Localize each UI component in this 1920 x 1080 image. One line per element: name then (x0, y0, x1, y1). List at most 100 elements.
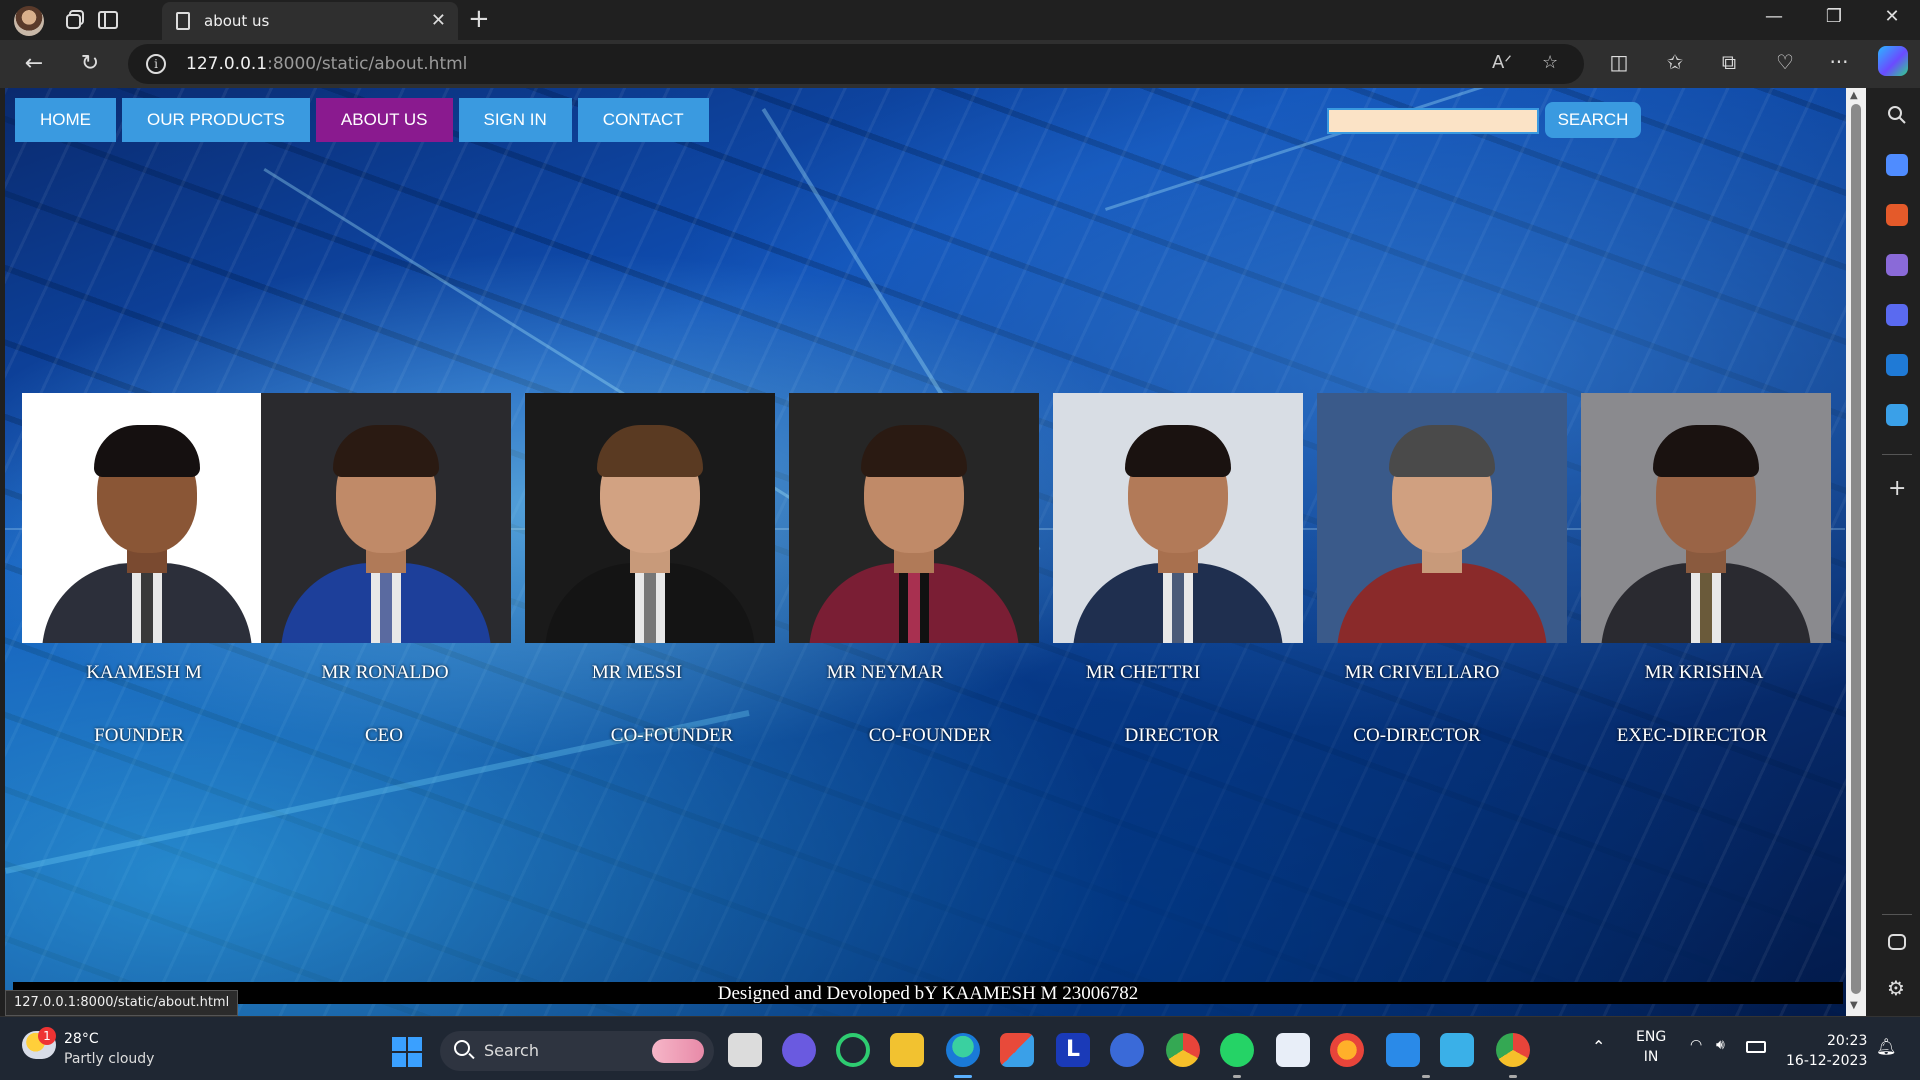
app-running-indicator (1422, 1075, 1430, 1078)
hide-sidebar-icon[interactable] (1888, 934, 1906, 950)
language-indicator[interactable]: ENG IN (1636, 1027, 1666, 1067)
member-name: MR CRIVELLARO (1344, 662, 1500, 683)
tools-briefcase-icon[interactable] (1886, 204, 1908, 226)
weather-temperature[interactable]: 28°C (64, 1031, 99, 1047)
weather-alert-badge: 1 (38, 1027, 56, 1045)
split-screen-icon[interactable]: ◫ (1604, 50, 1634, 74)
scroll-up-icon[interactable]: ▲ (1850, 90, 1858, 101)
member-role: CEO (365, 725, 403, 746)
outlook-icon[interactable] (1886, 354, 1908, 376)
taskbar-search[interactable]: Search (440, 1031, 714, 1071)
notification-bell-icon[interactable]: 🔔︎ (1876, 1037, 1896, 1056)
member-role: DIRECTOR (1124, 725, 1220, 746)
browser-essentials-icon[interactable]: ♡ (1770, 50, 1800, 74)
site-navigation: HOME OUR PRODUCTS ABOUT US SIGN IN CONTA… (15, 98, 715, 142)
wifi-icon[interactable]: ◠ (1690, 1037, 1702, 1053)
microsoft-store-icon[interactable] (1000, 1033, 1034, 1067)
member-role: CO-FOUNDER (868, 725, 992, 746)
close-tab-icon[interactable]: ✕ (431, 10, 446, 31)
notepad-icon[interactable] (1440, 1033, 1474, 1067)
chrome-icon[interactable] (1166, 1033, 1200, 1067)
page-scrollbar[interactable]: ▲ ▼ (1846, 88, 1866, 1016)
app-running-indicator (1509, 1075, 1517, 1078)
copilot-icon[interactable] (1878, 46, 1908, 76)
firefox-icon[interactable] (1330, 1033, 1364, 1067)
battery-icon[interactable] (1746, 1041, 1766, 1053)
notes-app-icon[interactable] (1276, 1033, 1310, 1067)
member-name: MR RONALDO (321, 662, 449, 683)
task-view-icon[interactable] (728, 1033, 762, 1067)
back-icon[interactable]: ← (16, 48, 52, 80)
chrome-profile-icon[interactable] (1496, 1033, 1530, 1067)
app-running-indicator (1233, 1075, 1241, 1078)
workspaces-icon[interactable] (64, 8, 88, 32)
scroll-thumb[interactable] (1851, 104, 1861, 994)
nav-sign-in[interactable]: SIGN IN (458, 98, 572, 142)
tab-about-us[interactable]: about us ✕ (162, 2, 458, 40)
team-photo-ronaldo (261, 393, 511, 643)
member-name: MR MESSI (591, 662, 683, 683)
member-role: FOUNDER (94, 725, 184, 746)
vertical-tabs-icon[interactable] (96, 8, 120, 32)
refresh-icon[interactable]: ↻ (72, 48, 108, 80)
shopping-tag-icon[interactable] (1886, 154, 1908, 176)
member-name: MR CHETTRI (1085, 662, 1201, 683)
team-photo-kaamesh (22, 393, 272, 643)
teams-chat-icon[interactable] (782, 1033, 816, 1067)
vscode-icon[interactable] (1386, 1033, 1420, 1067)
search-highlight-icon (652, 1039, 704, 1063)
favorites-icon[interactable]: ✩ (1660, 50, 1690, 74)
office-icon[interactable] (1886, 304, 1908, 326)
search-button[interactable]: SEARCH (1545, 102, 1641, 138)
nav-contact[interactable]: CONTACT (577, 98, 709, 142)
search-icon (454, 1040, 470, 1056)
close-window-icon[interactable]: ✕ (1872, 6, 1912, 27)
minimize-icon[interactable]: — (1754, 6, 1794, 27)
browser-titlebar: about us ✕ + — ❐ ✕ (0, 0, 1920, 40)
nav-about-us[interactable]: ABOUT US (315, 98, 453, 142)
refresh-app-icon[interactable] (836, 1033, 870, 1067)
sidebar-divider (1882, 914, 1912, 915)
footer-text: Designed and Devoloped bY KAAMESH M 2300… (717, 983, 1139, 1004)
more-menu-icon[interactable]: ··· (1824, 50, 1854, 74)
favorite-star-icon[interactable]: ☆ (1542, 52, 1558, 73)
team-photo-crivellaro (1317, 393, 1567, 643)
browser-toolbar: ← ↻ i 127.0.0.1:8000/static/about.html A… (0, 40, 1920, 88)
url-text[interactable]: 127.0.0.1:8000/static/about.html (186, 54, 467, 74)
background-streak (1105, 88, 1772, 211)
taskbar-search-label: Search (484, 1041, 539, 1060)
system-clock[interactable]: 20:23 16-12-2023 (1786, 1031, 1867, 1071)
scroll-down-icon[interactable]: ▼ (1850, 1000, 1858, 1011)
whatsapp-icon[interactable] (1220, 1033, 1254, 1067)
add-sidebar-app-icon[interactable]: + (1888, 476, 1906, 501)
site-info-icon[interactable]: i (146, 54, 166, 74)
restore-icon[interactable]: ❐ (1814, 6, 1854, 27)
link-status-tooltip: 127.0.0.1:8000/static/about.html (5, 990, 239, 1016)
new-tab-icon[interactable]: + (468, 4, 490, 34)
read-aloud-icon[interactable]: Aᐟ (1492, 52, 1512, 73)
collections-icon[interactable]: ⧉ (1714, 50, 1744, 74)
search-input[interactable] (1327, 108, 1539, 134)
show-hidden-icons-chevron-icon[interactable]: ⌃ (1592, 1037, 1605, 1056)
settings-gear-icon[interactable]: ⚙ (1887, 976, 1905, 1000)
search-icon[interactable] (1886, 104, 1908, 126)
member-role: EXEC-DIRECTOR (1616, 725, 1768, 746)
volume-icon[interactable]: 🔊︎ (1716, 1037, 1725, 1053)
nav-our-products[interactable]: OUR PRODUCTS (122, 98, 310, 142)
address-bar[interactable]: i 127.0.0.1:8000/static/about.html Aᐟ ☆ (128, 44, 1584, 84)
arc-app-icon[interactable] (1110, 1033, 1144, 1067)
profile-avatar[interactable] (14, 6, 44, 36)
l-app-icon[interactable]: L (1056, 1033, 1090, 1067)
drop-icon[interactable] (1886, 404, 1908, 426)
windows-start-icon[interactable] (392, 1037, 422, 1067)
edge-browser-icon[interactable] (946, 1033, 980, 1067)
edge-sidebar: + ⚙ (1874, 88, 1920, 1016)
weather-description[interactable]: Partly cloudy (64, 1051, 154, 1067)
games-icon[interactable] (1886, 254, 1908, 276)
file-explorer-icon[interactable] (890, 1033, 924, 1067)
member-name: MR NEYMAR (826, 662, 944, 683)
sidebar-divider (1882, 454, 1912, 455)
member-name: KAAMESH M (86, 662, 202, 683)
team-photo-krishna (1581, 393, 1831, 643)
nav-home[interactable]: HOME (15, 98, 116, 142)
